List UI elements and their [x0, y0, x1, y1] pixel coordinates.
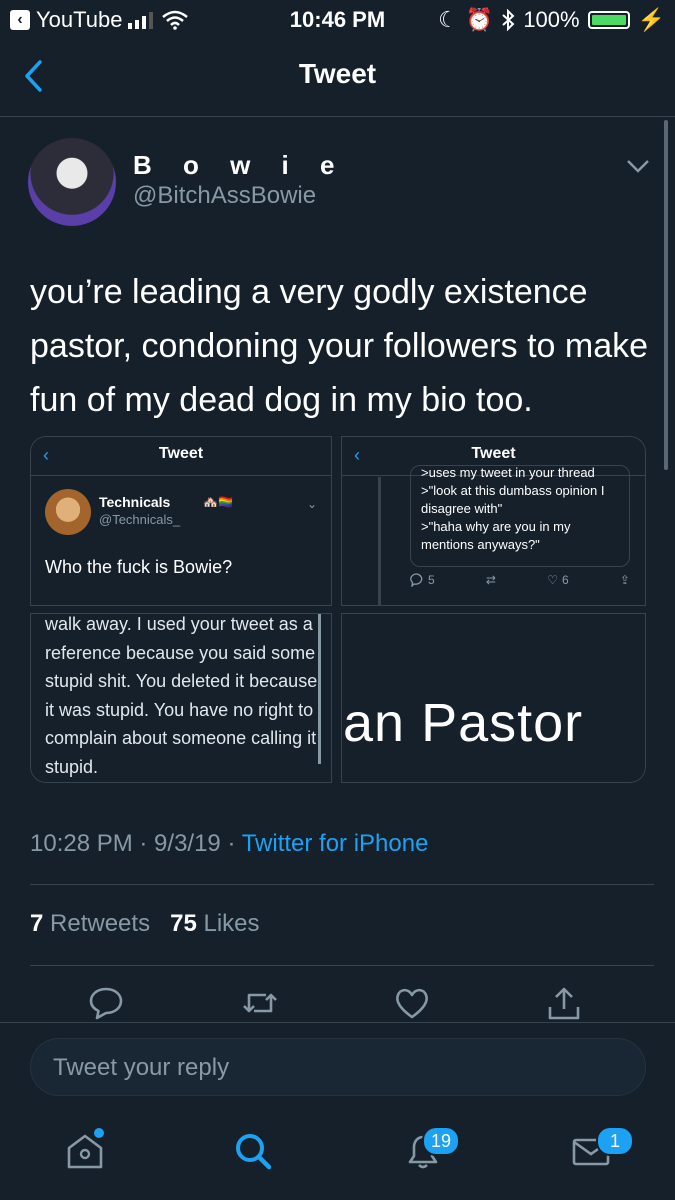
- alarm-icon: ⏰: [465, 7, 494, 32]
- tweet-menu-button[interactable]: [626, 158, 650, 179]
- thread-line: [378, 477, 381, 605]
- bluetooth-icon: [502, 9, 515, 31]
- mini-like-count: 6: [561, 573, 569, 587]
- likes-count: 75: [170, 910, 197, 937]
- mini-reply-count: 5: [428, 573, 435, 587]
- mini-author-handle: @Technicals_: [99, 512, 181, 527]
- quoted-text: >uses my tweet in your thread >"look at …: [421, 465, 605, 552]
- reply-input[interactable]: Tweet your reply: [30, 1038, 646, 1096]
- retweets-stat[interactable]: 7 Retweets: [30, 910, 150, 937]
- search-icon: [236, 1134, 272, 1170]
- like-button[interactable]: [394, 985, 430, 1026]
- mini-avatar: [45, 489, 91, 535]
- mini-like: ♡ 6: [547, 573, 568, 587]
- cropped-bio-text: ian Pastor: [341, 693, 584, 753]
- retweet-icon: [243, 993, 277, 1013]
- page-title: Tweet: [298, 58, 377, 89]
- nav-divider: [0, 116, 675, 117]
- heart-icon: ♡: [547, 573, 558, 587]
- notifications-badge: 19: [422, 1126, 460, 1156]
- media-image-1[interactable]: ‹ Tweet Technicals 🏘️🏳️‍🌈 @Technicals_ ⌄…: [30, 436, 332, 606]
- share-icon: ⇪: [619, 573, 630, 587]
- retweets-label: Retweets: [43, 910, 151, 937]
- status-bar: ‹ YouTube 10:46 PM ☾ ⏰ 100% ⚡: [0, 0, 675, 38]
- tab-messages[interactable]: 1: [570, 1126, 634, 1177]
- divider: [30, 965, 654, 966]
- battery-icon: [587, 11, 630, 29]
- moon-icon: ☾: [438, 7, 458, 32]
- screenshot-text: walk away. I used your tweet as a refere…: [45, 614, 318, 777]
- screenshot-scrollbar: [318, 614, 321, 764]
- retweet-icon: ⇄: [485, 573, 496, 587]
- likes-stat[interactable]: 75 Likes: [170, 910, 259, 937]
- media-image-2[interactable]: ‹ Tweet >uses my tweet in your thread >"…: [341, 436, 646, 606]
- mini-divider: [31, 475, 331, 476]
- reply-icon: [89, 987, 123, 1020]
- divider: [30, 884, 654, 885]
- mini-actions: 5 ⇄ ♡ 6 ⇪: [410, 573, 630, 587]
- mini-chevron-down-icon: ⌄: [306, 497, 317, 511]
- reply-button[interactable]: [88, 985, 124, 1026]
- tweet-media-grid[interactable]: ‹ Tweet Technicals 🏘️🏳️‍🌈 @Technicals_ ⌄…: [30, 436, 646, 783]
- tweet-time: 10:28 PM · 9/3/19 ·: [30, 830, 242, 857]
- author-name[interactable]: B o w i e: [133, 150, 346, 181]
- charging-icon: ⚡: [637, 7, 665, 32]
- tweet-source-link[interactable]: Twitter for iPhone: [242, 830, 429, 857]
- reply-icon: [410, 573, 423, 587]
- retweet-button[interactable]: [240, 985, 280, 1026]
- likes-label: Likes: [196, 910, 260, 937]
- heart-icon: [396, 988, 428, 1019]
- messages-badge: 1: [596, 1126, 634, 1156]
- engagement-stats: 7 Retweets 75 Likes: [30, 910, 260, 938]
- mini-flags: 🏘️🏳️‍🌈: [203, 495, 233, 509]
- media-image-4[interactable]: ian Pastor: [341, 613, 646, 783]
- quoted-text-box: >uses my tweet in your thread >"look at …: [410, 465, 630, 567]
- author-handle[interactable]: @BitchAssBowie: [133, 182, 316, 210]
- tab-notifications[interactable]: 19: [402, 1126, 460, 1177]
- tab-home[interactable]: [64, 1128, 106, 1177]
- mini-tweet-text: Who the fuck is Bowie?: [45, 557, 233, 577]
- tweet-text: you’re leading a very godly existence pa…: [30, 273, 649, 419]
- media-image-3[interactable]: walk away. I used your tweet as a refere…: [30, 613, 332, 783]
- mini-reply: 5: [410, 573, 435, 587]
- retweets-count: 7: [30, 910, 44, 937]
- share-icon: [548, 987, 580, 1020]
- scrollbar[interactable]: [664, 120, 668, 470]
- tab-search[interactable]: [232, 1130, 274, 1177]
- tweet-timestamp: 10:28 PM · 9/3/19 · Twitter for iPhone: [30, 830, 428, 858]
- battery-percent: 100%: [523, 7, 580, 32]
- tab-bar: 19 1: [0, 1110, 675, 1200]
- chevron-down-icon: [627, 160, 649, 173]
- mini-title: Tweet: [158, 445, 204, 462]
- mini-title: Tweet: [471, 445, 516, 462]
- author-avatar[interactable]: [28, 138, 116, 226]
- tweet-actions: [0, 985, 675, 1025]
- mini-author-name: Technicals: [99, 494, 171, 510]
- divider: [0, 1022, 675, 1023]
- share-button[interactable]: [546, 985, 582, 1026]
- status-right: ☾ ⏰ 100% ⚡: [438, 7, 665, 33]
- new-content-dot: [94, 1128, 104, 1138]
